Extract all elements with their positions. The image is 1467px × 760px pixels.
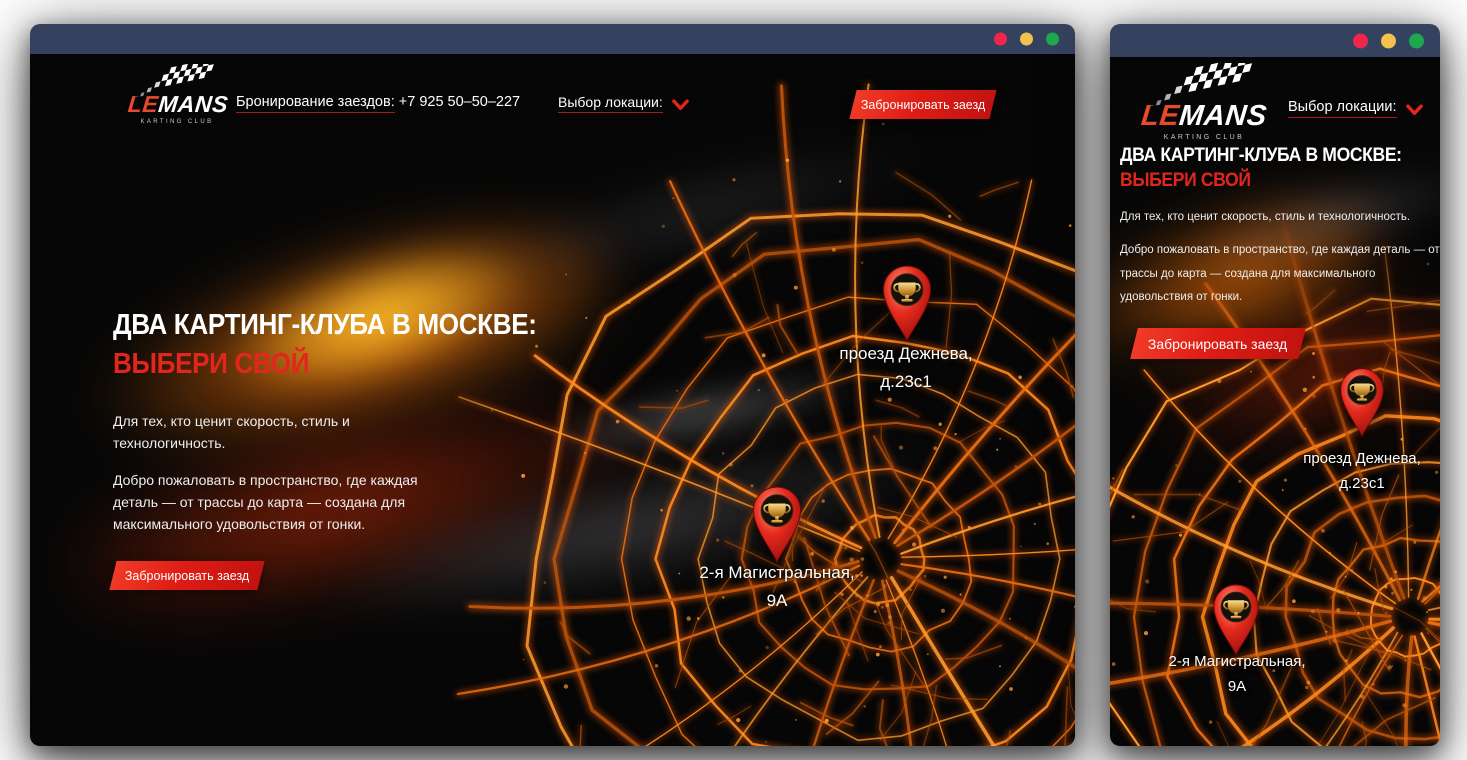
map-pin-magistralnaya[interactable]: [746, 483, 808, 565]
map-pin-dezhneva[interactable]: [1334, 365, 1390, 439]
window-control-yellow[interactable]: [1381, 33, 1396, 48]
window-control-red[interactable]: [1353, 33, 1368, 48]
mobile-page-content: LEMANS KARTING CLUB Выбор локации: ДВА К…: [1110, 57, 1440, 746]
desktop-page-content: LEMANS KARTING CLUB Бронирование заездов…: [30, 54, 1075, 746]
mobile-titlebar: [1110, 24, 1440, 57]
map-pin-magistralnaya[interactable]: [1207, 581, 1265, 658]
window-control-green[interactable]: [1046, 33, 1059, 46]
hero-art-blob: [457, 112, 943, 311]
window-control-yellow[interactable]: [1020, 33, 1033, 46]
hero-section: ДВА КАРТИНГ-КЛУБА В МОСКВЕ: ВЫБЕРИ СВОЙ …: [1120, 143, 1440, 359]
desktop-titlebar: [30, 24, 1075, 54]
logo-text: LEMANS: [127, 93, 227, 116]
phone-label: Бронирование заездов:: [236, 94, 395, 113]
pin-label-dezhneva: проезд Дежнева,д.23с1: [1242, 447, 1440, 497]
window-control-green[interactable]: [1409, 33, 1424, 48]
booking-phone[interactable]: Бронирование заездов: +7 925 50–50–227: [236, 94, 520, 110]
window-controls: [994, 33, 1059, 46]
hero-title-accent: ВЫБЕРИ СВОЙ: [1120, 168, 1410, 193]
location-label: Выбор локации:: [558, 94, 663, 113]
page-background: LEMANS KARTING CLUB Бронирование заездов…: [0, 0, 1467, 760]
lemans-logo[interactable]: LEMANS KARTING CLUB: [1140, 63, 1268, 141]
mobile-browser-window: LEMANS KARTING CLUB Выбор локации: ДВА К…: [1110, 24, 1440, 746]
location-selector[interactable]: Выбор локации:: [1288, 99, 1423, 118]
pin-label-magistralnaya: 2-я Магистральная,9А: [1117, 650, 1357, 700]
hero-title: ДВА КАРТИНГ-КЛУБА В МОСКВЕ: ВЫБЕРИ СВОЙ: [113, 306, 536, 385]
book-button-header[interactable]: Забронировать заезд: [849, 90, 996, 119]
pin-label-dezhneva: проезд Дежнева,д.23с1: [786, 340, 1026, 396]
book-button-hero[interactable]: Забронировать заезд: [1130, 328, 1306, 359]
pin-label-magistralnaya: 2-я Магистральная,9А: [657, 559, 897, 615]
window-control-red[interactable]: [994, 33, 1007, 46]
window-controls: [1353, 33, 1424, 48]
location-label: Выбор локации:: [1288, 99, 1397, 118]
chevron-down-icon: [672, 99, 689, 111]
hero-title-line: ДВА КАРТИНГ-КЛУБА В МОСКВЕ:: [113, 309, 537, 341]
book-button-hero[interactable]: Забронировать заезд: [109, 561, 264, 590]
hero-title-line: ДВА КАРТИНГ-КЛУБА В МОСКВЕ:: [1120, 144, 1402, 166]
logo-subtitle: KARTING CLUB: [128, 119, 226, 125]
hero-section: ДВА КАРТИНГ-КЛУБА В МОСКВЕ: ВЫБЕРИ СВОЙ …: [113, 306, 583, 590]
hero-title: ДВА КАРТИНГ-КЛУБА В МОСКВЕ: ВЫБЕРИ СВОЙ: [1120, 143, 1410, 194]
hero-title-accent: ВЫБЕРИ СВОЙ: [113, 345, 536, 384]
hero-paragraph-1: Для тех, кто ценит скорость, стиль и тех…: [1120, 206, 1440, 230]
logo-text: LEMANS: [1138, 102, 1269, 131]
hero-paragraph-1: Для тех, кто ценит скорость, стиль и тех…: [113, 411, 431, 454]
phone-number: +7 925 50–50–227: [399, 94, 520, 110]
location-selector[interactable]: Выбор локации:: [558, 94, 689, 113]
hero-paragraph-2: Добро пожаловать в пространство, где каж…: [113, 470, 431, 535]
chevron-down-icon: [1406, 104, 1423, 116]
hero-paragraph-2: Добро пожаловать в пространство, где каж…: [1120, 239, 1440, 310]
lemans-logo[interactable]: LEMANS KARTING CLUB: [128, 64, 226, 125]
logo-subtitle: KARTING CLUB: [1140, 134, 1268, 141]
map-pin-dezhneva[interactable]: [876, 262, 938, 344]
desktop-browser-window: LEMANS KARTING CLUB Бронирование заездов…: [30, 24, 1075, 746]
